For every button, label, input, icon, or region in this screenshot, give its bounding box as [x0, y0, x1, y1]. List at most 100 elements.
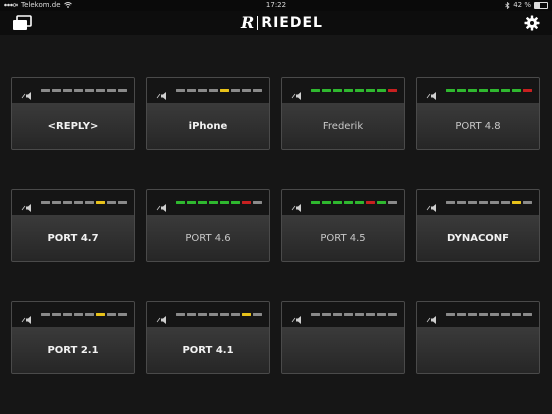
meter-segment	[457, 201, 466, 204]
level-meter	[176, 313, 262, 316]
key-button[interactable]: <REPLY>	[11, 77, 135, 150]
key-status-strip	[282, 302, 404, 328]
meter-segment	[253, 313, 262, 316]
meter-segment	[311, 313, 320, 316]
key-button[interactable]: PORT 4.1	[146, 301, 270, 374]
meter-segment	[366, 201, 375, 204]
speaker-icon	[21, 310, 33, 324]
meter-segment	[333, 89, 342, 92]
meter-segment	[490, 89, 499, 92]
meter-segment	[355, 313, 364, 316]
key-button[interactable]: PORT 4.7	[11, 189, 135, 262]
level-meter	[446, 89, 532, 92]
meter-segment	[355, 89, 364, 92]
meter-segment	[311, 89, 320, 92]
meter-segment	[220, 89, 229, 92]
meter-segment	[209, 89, 218, 92]
level-meter	[311, 313, 397, 316]
meter-segment	[198, 89, 207, 92]
status-right: 42 %	[505, 1, 548, 9]
status-time: 17:22	[265, 1, 287, 9]
speaker-icon	[291, 310, 303, 324]
key-status-strip	[147, 78, 269, 104]
speaker-icon	[156, 310, 168, 324]
key-status-strip	[147, 190, 269, 216]
meter-segment	[176, 313, 185, 316]
meter-segment	[388, 313, 397, 316]
key-status-strip	[12, 190, 134, 216]
riedel-logo: R RIEDEL	[241, 14, 323, 32]
speaker-icon	[426, 86, 438, 100]
windows-button[interactable]	[12, 15, 32, 31]
level-meter	[446, 313, 532, 316]
key-status-strip	[417, 302, 539, 328]
meter-segment	[118, 201, 127, 204]
key-status-strip	[282, 190, 404, 216]
meter-segment	[523, 201, 532, 204]
meter-segment	[366, 313, 375, 316]
key-button[interactable]	[416, 301, 540, 374]
meter-segment	[253, 89, 262, 92]
meter-segment	[446, 313, 455, 316]
key-button[interactable]: PORT 4.6	[146, 189, 270, 262]
meter-segment	[322, 89, 331, 92]
key-label: PORT 4.6	[147, 216, 269, 261]
speaker-icon	[21, 198, 33, 212]
key-label: <REPLY>	[12, 104, 134, 149]
meter-segment	[63, 89, 72, 92]
key-label: Frederik	[282, 104, 404, 149]
meter-segment	[231, 89, 240, 92]
meter-segment	[468, 201, 477, 204]
key-button[interactable]: DYNACONF	[416, 189, 540, 262]
settings-button[interactable]	[524, 15, 540, 31]
meter-segment	[242, 89, 251, 92]
key-button[interactable]: PORT 2.1	[11, 301, 135, 374]
key-status-strip	[147, 302, 269, 328]
key-label: DYNACONF	[417, 216, 539, 261]
key-label	[282, 328, 404, 373]
meter-segment	[52, 313, 61, 316]
meter-segment	[322, 313, 331, 316]
meter-segment	[388, 201, 397, 204]
meter-segment	[107, 313, 116, 316]
meter-segment	[512, 201, 521, 204]
meter-segment	[344, 89, 353, 92]
key-label: PORT 2.1	[12, 328, 134, 373]
meter-segment	[479, 313, 488, 316]
meter-segment	[52, 89, 61, 92]
key-button[interactable]: PORT 4.8	[416, 77, 540, 150]
logo-text: RIEDEL	[261, 15, 323, 31]
meter-segment	[85, 313, 94, 316]
meter-segment	[311, 201, 320, 204]
meter-segment	[253, 201, 262, 204]
meter-segment	[322, 201, 331, 204]
key-status-strip	[282, 78, 404, 104]
level-meter	[311, 89, 397, 92]
key-label	[417, 328, 539, 373]
meter-segment	[242, 313, 251, 316]
meter-segment	[198, 313, 207, 316]
meter-segment	[107, 89, 116, 92]
meter-segment	[96, 201, 105, 204]
meter-segment	[446, 201, 455, 204]
level-meter	[311, 201, 397, 204]
meter-segment	[187, 89, 196, 92]
key-button[interactable]: iPhone	[146, 77, 270, 150]
meter-segment	[231, 201, 240, 204]
windows-icon	[13, 15, 32, 30]
meter-segment	[501, 313, 510, 316]
speaker-icon	[156, 86, 168, 100]
meter-segment	[187, 313, 196, 316]
meter-segment	[523, 313, 532, 316]
key-button[interactable]: PORT 4.5	[281, 189, 405, 262]
meter-segment	[74, 313, 83, 316]
meter-segment	[468, 89, 477, 92]
speaker-icon	[291, 86, 303, 100]
key-button[interactable]: Frederik	[281, 77, 405, 150]
meter-segment	[209, 201, 218, 204]
level-meter	[41, 201, 127, 204]
key-button[interactable]	[281, 301, 405, 374]
level-meter	[446, 201, 532, 204]
meter-segment	[118, 313, 127, 316]
meter-segment	[52, 201, 61, 204]
